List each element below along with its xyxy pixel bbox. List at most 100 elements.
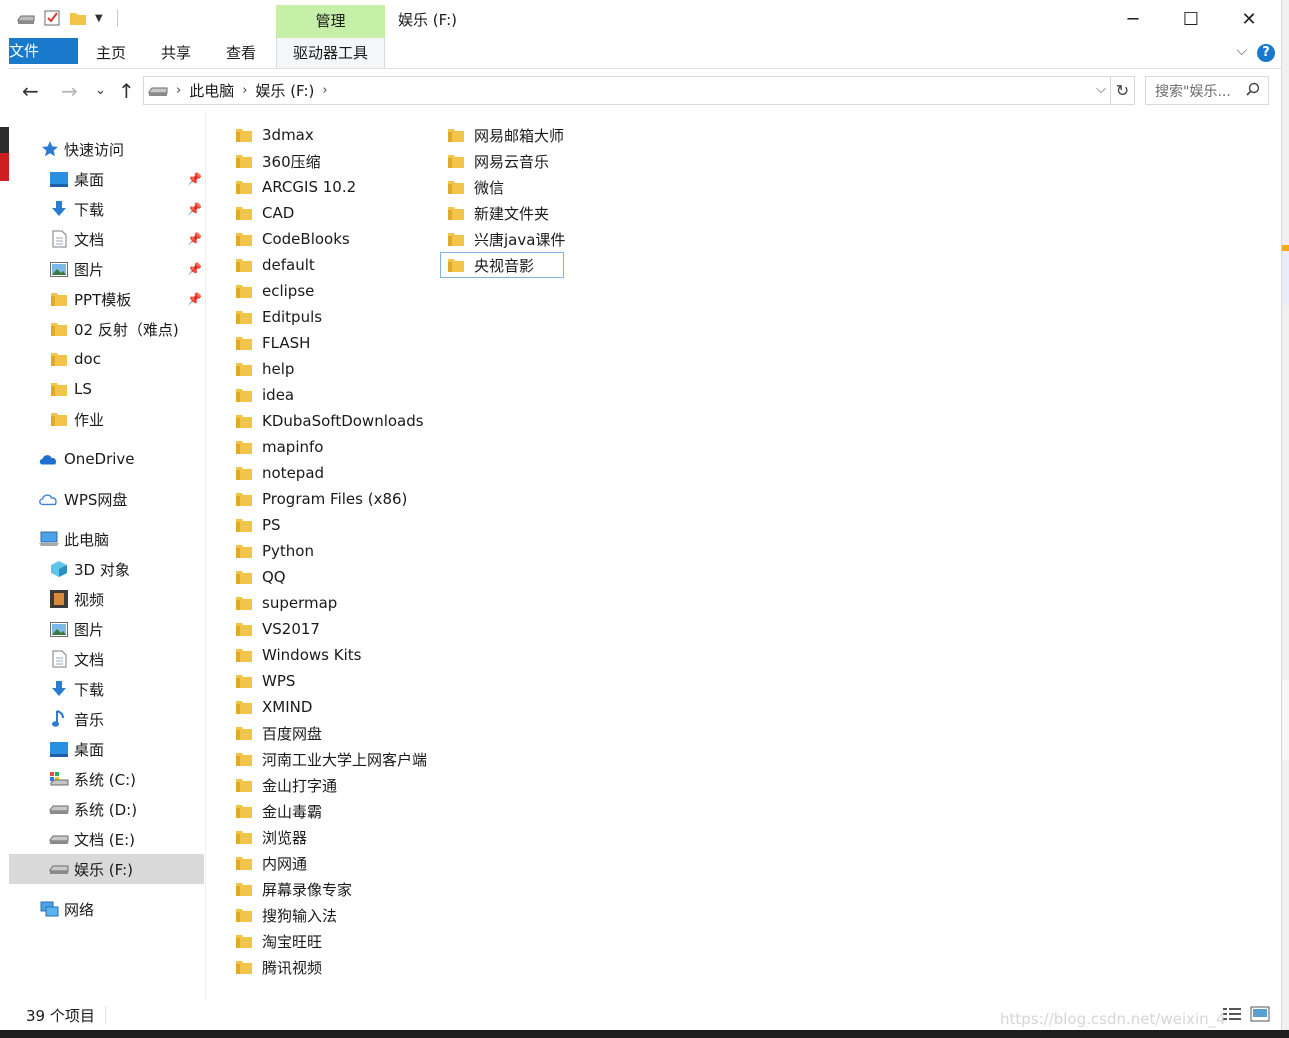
folder-item[interactable]: 网易云音乐 bbox=[447, 148, 549, 174]
back-button[interactable]: ← bbox=[22, 79, 39, 103]
nav-item-documents[interactable]: 文档 📌 bbox=[9, 224, 204, 254]
breadcrumb-this-pc[interactable]: 此电脑 bbox=[189, 80, 234, 101]
refresh-button[interactable]: ↻ bbox=[1111, 76, 1135, 105]
folder-item[interactable]: 360压缩 bbox=[235, 148, 321, 174]
nav-item-documents-pc[interactable]: 文档 bbox=[9, 644, 204, 674]
nav-item-drive-d[interactable]: 系统 (D:) bbox=[9, 794, 204, 824]
up-button[interactable]: ↑ bbox=[118, 79, 135, 103]
folder-item[interactable]: help bbox=[235, 356, 294, 382]
folder-item[interactable]: 河南工业大学上网客户端 bbox=[235, 746, 427, 772]
search-icon[interactable] bbox=[1246, 82, 1260, 100]
folder-item[interactable]: 屏幕录像专家 bbox=[235, 876, 352, 902]
folder-item[interactable]: XMIND bbox=[235, 694, 312, 720]
nav-item-downloads[interactable]: 下载 📌 bbox=[9, 194, 204, 224]
folder-item[interactable]: 微信 bbox=[447, 174, 504, 200]
folder-item[interactable]: 搜狗输入法 bbox=[235, 902, 337, 928]
tab-drive-tools[interactable]: 驱动器工具 bbox=[276, 38, 385, 68]
large-icons-view-icon[interactable] bbox=[1250, 1006, 1270, 1022]
nav-onedrive[interactable]: OneDrive bbox=[9, 444, 204, 474]
folder-item[interactable]: 浏览器 bbox=[235, 824, 307, 850]
folder-icon bbox=[447, 231, 465, 247]
folder-item[interactable]: supermap bbox=[235, 590, 337, 616]
tab-file[interactable]: 文件 bbox=[9, 38, 78, 64]
tab-share[interactable]: 共享 bbox=[150, 38, 202, 68]
folder-item[interactable]: Python bbox=[235, 538, 314, 564]
help-icon[interactable]: ? bbox=[1257, 44, 1275, 62]
nav-item-3d-objects[interactable]: 3D 对象 bbox=[9, 554, 204, 584]
folder-item[interactable]: FLASH bbox=[235, 330, 310, 356]
nav-item-downloads-pc[interactable]: 下载 bbox=[9, 674, 204, 704]
nav-network[interactable]: 网络 bbox=[9, 894, 204, 924]
manage-context-tab[interactable]: 管理 bbox=[276, 5, 385, 38]
folder-item[interactable]: eclipse bbox=[235, 278, 314, 304]
folder-item[interactable]: notepad bbox=[235, 460, 324, 486]
ribbon-expand-icon[interactable]: ⌵ bbox=[1236, 43, 1247, 59]
folder-item[interactable]: 3dmax bbox=[235, 122, 314, 148]
chevron-right-icon[interactable]: › bbox=[176, 83, 181, 98]
folder-item[interactable]: CodeBlooks bbox=[235, 226, 350, 252]
folder-item[interactable]: VS2017 bbox=[235, 616, 320, 642]
folder-item[interactable]: 兴唐java课件 bbox=[447, 226, 565, 252]
chevron-down-icon[interactable]: ⌵ bbox=[1096, 82, 1106, 97]
nav-item-drive-f[interactable]: 娱乐 (F:) bbox=[9, 854, 204, 884]
folder-item[interactable]: 金山打字通 bbox=[235, 772, 337, 798]
folder-item[interactable]: Program Files (x86) bbox=[235, 486, 407, 512]
folder-item[interactable]: default bbox=[235, 252, 315, 278]
search-input[interactable]: 搜索"娱乐... bbox=[1145, 76, 1269, 105]
nav-item-drive-e[interactable]: 文档 (E:) bbox=[9, 824, 204, 854]
nav-quick-access[interactable]: 快速访问 bbox=[9, 134, 204, 164]
nav-wps-drive[interactable]: WPS网盘 bbox=[9, 484, 204, 514]
nav-item-ls[interactable]: LS bbox=[9, 374, 204, 404]
nav-item-pictures-pc[interactable]: 图片 bbox=[9, 614, 204, 644]
nav-item-reflection[interactable]: 02 反射（难点) bbox=[9, 314, 204, 344]
folder-item[interactable]: 淘宝旺旺 bbox=[235, 928, 322, 954]
folder-item[interactable]: PS bbox=[235, 512, 281, 538]
nav-item-drive-c[interactable]: 系统 (C:) bbox=[9, 764, 204, 794]
forward-button[interactable]: → bbox=[61, 79, 78, 103]
tab-home[interactable]: 主页 bbox=[85, 38, 137, 68]
folder-item[interactable]: 内网通 bbox=[235, 850, 307, 876]
nav-item-music[interactable]: 音乐 bbox=[9, 704, 204, 734]
folder-item[interactable]: mapinfo bbox=[235, 434, 323, 460]
folder-item[interactable]: 新建文件夹 bbox=[447, 200, 549, 226]
chevron-right-icon[interactable]: › bbox=[322, 83, 327, 98]
folder-item[interactable]: 腾讯视频 bbox=[235, 954, 322, 980]
minimize-button[interactable]: ─ bbox=[1104, 0, 1162, 38]
tab-view[interactable]: 查看 bbox=[215, 38, 267, 68]
address-bar[interactable]: › 此电脑 › 娱乐 (F:) › ⌵ bbox=[143, 76, 1111, 105]
nav-item-desktop[interactable]: 桌面 📌 bbox=[9, 164, 204, 194]
folder-item[interactable]: QQ bbox=[235, 564, 286, 590]
folder-item[interactable]: 金山毒霸 bbox=[235, 798, 322, 824]
pin-icon[interactable]: 📌 bbox=[187, 232, 202, 246]
nav-item-pictures[interactable]: 图片 📌 bbox=[9, 254, 204, 284]
folder-item[interactable]: Windows Kits bbox=[235, 642, 361, 668]
breadcrumb-drive-f[interactable]: 娱乐 (F:) bbox=[255, 80, 314, 101]
folder-item[interactable]: Editpuls bbox=[235, 304, 322, 330]
folder-item[interactable]: WPS bbox=[235, 668, 295, 694]
pin-icon[interactable]: 📌 bbox=[187, 172, 202, 186]
folder-item[interactable]: 网易邮箱大师 bbox=[447, 122, 564, 148]
folder-item[interactable]: CAD bbox=[235, 200, 294, 226]
folder-item[interactable]: KDubaSoftDownloads bbox=[235, 408, 424, 434]
nav-item-doc[interactable]: doc bbox=[9, 344, 204, 374]
nav-item-ppt-templates[interactable]: PPT模板 📌 bbox=[9, 284, 204, 314]
pin-icon[interactable]: 📌 bbox=[187, 262, 202, 276]
new-folder-icon[interactable] bbox=[69, 9, 87, 27]
close-button[interactable]: ✕ bbox=[1220, 0, 1278, 38]
folder-item[interactable]: idea bbox=[235, 382, 294, 408]
nav-item-videos[interactable]: 视频 bbox=[9, 584, 204, 614]
folder-item[interactable]: ARCGIS 10.2 bbox=[235, 174, 356, 200]
pin-icon[interactable]: 📌 bbox=[187, 202, 202, 216]
nav-item-desktop-pc[interactable]: 桌面 bbox=[9, 734, 204, 764]
folder-item[interactable]: 百度网盘 bbox=[235, 720, 322, 746]
folder-item[interactable]: 央视音影 bbox=[440, 252, 564, 278]
recent-locations-icon[interactable]: ⌄ bbox=[95, 83, 106, 98]
chevron-right-icon[interactable]: › bbox=[242, 83, 247, 98]
properties-icon[interactable] bbox=[43, 9, 61, 27]
maximize-button[interactable]: ☐ bbox=[1162, 0, 1220, 38]
pin-icon[interactable]: 📌 bbox=[187, 292, 202, 306]
nav-this-pc[interactable]: 此电脑 bbox=[9, 524, 204, 554]
drive-icon[interactable] bbox=[17, 9, 35, 27]
nav-item-homework[interactable]: 作业 bbox=[9, 404, 204, 434]
customize-toolbar-dropdown[interactable]: ▼ bbox=[95, 13, 103, 24]
